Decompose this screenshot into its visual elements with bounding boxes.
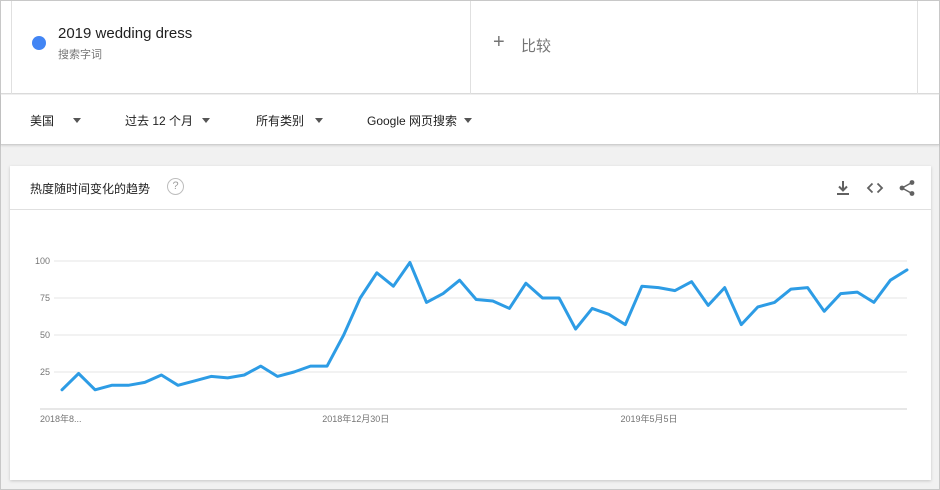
time-range-filter-label: 过去 12 个月 [125,114,194,128]
y-tick-label: 50 [40,330,50,340]
region-filter[interactable]: 美国 [30,112,82,129]
term-card: 2019 wedding dress 搜索字词 + 比较 [1,1,939,94]
chevron-down-icon [202,118,211,123]
interest-line-chart: 100 75 50 25 2018年8... 2018年12月30日 2019年5月5日 [35,256,909,424]
chart-title: 热度随时间变化的趋势 [30,182,151,196]
filter-bar: 美国 过去 12 个月 所有类别 Google 网页搜索 [1,95,939,145]
series-line [60,261,909,392]
x-tick-label: 2018年12月30日 [322,413,389,424]
search-term-panel[interactable]: 2019 wedding dress 搜索字词 [11,1,471,94]
search-type-filter-label: Google 网页搜索 [367,114,458,128]
term-color-dot [32,36,46,50]
search-term-type: 搜索字词 [58,49,102,61]
search-term-name[interactable]: 2019 wedding dress [58,25,192,42]
help-icon[interactable]: ? [167,178,184,195]
y-tick-label: 25 [40,367,50,377]
time-range-filter[interactable]: 过去 12 个月 [125,112,211,129]
chevron-down-icon [73,118,82,123]
embed-icon[interactable] [866,179,884,197]
x-tick-label: 2018年8... [40,413,82,424]
chevron-down-icon [315,118,324,123]
region-filter-label: 美国 [30,114,55,128]
search-type-filter[interactable]: Google 网页搜索 [367,112,473,129]
interest-over-time-card: 热度随时间变化的趋势 ? 100 75 50 25 2018年8... 2018年12月3… [10,166,931,480]
category-filter-label: 所有类别 [256,114,305,128]
x-tick-label: 2019年5月5日 [620,413,677,424]
compare-panel[interactable]: + 比较 [471,1,918,94]
chevron-down-icon [464,118,473,123]
download-icon[interactable] [834,179,852,197]
share-icon[interactable] [898,179,916,197]
y-tick-label: 75 [40,293,50,303]
y-tick-label: 100 [35,256,50,266]
chart-card-header: 热度随时间变化的趋势 ? [10,166,931,210]
plus-icon[interactable]: + [493,32,505,52]
compare-label[interactable]: 比较 [521,35,551,56]
category-filter[interactable]: 所有类别 [256,112,324,129]
